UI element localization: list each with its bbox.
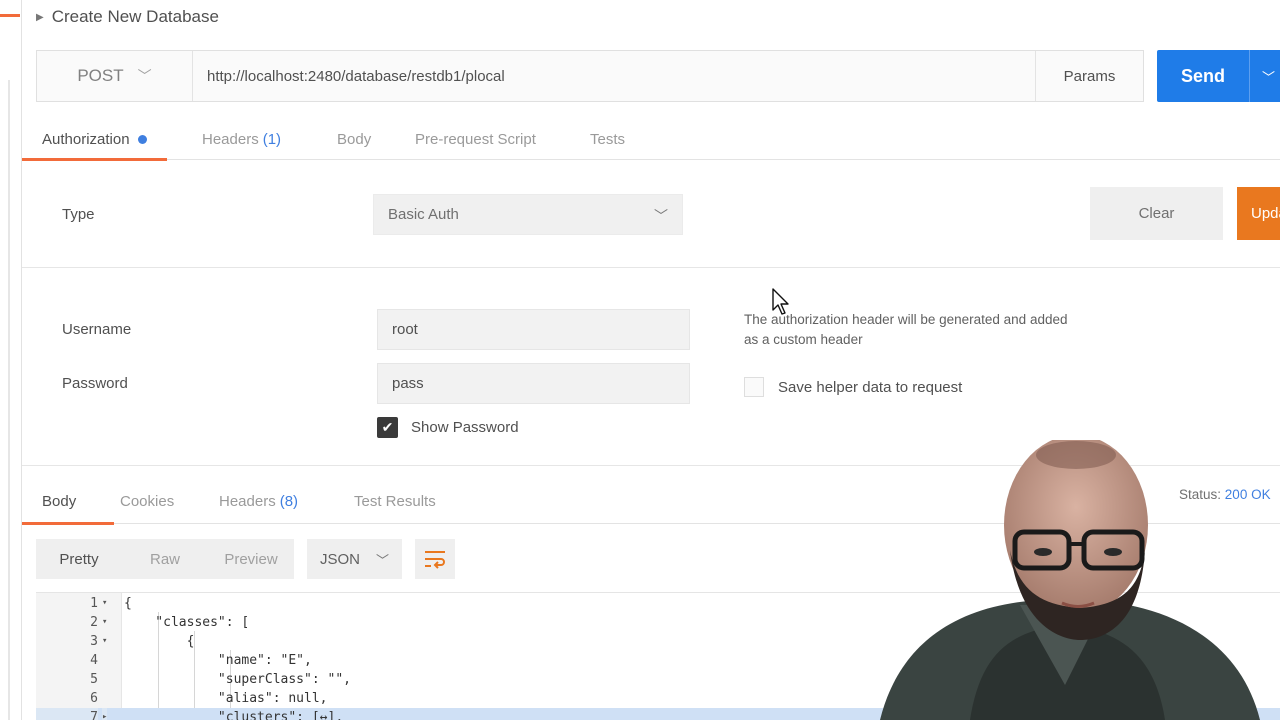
auth-type-select[interactable]: Basic Auth ﹀ [373, 194, 683, 235]
tab-label: Tests [590, 130, 626, 148]
format-select[interactable]: JSON ﹀ [307, 539, 402, 579]
checkmark-icon: ✔ [381, 419, 394, 435]
show-password-label: Show Password [411, 419, 519, 436]
left-sidebar-edge [0, 0, 22, 720]
mouse-cursor-icon [772, 288, 789, 315]
tab-label: Test Results [354, 492, 436, 510]
fold-toggle-icon[interactable]: ▾ [102, 594, 107, 613]
active-tab-underline [22, 158, 167, 161]
request-title: Create New Database [51, 7, 219, 26]
helper-note: The authorization header will be generat… [744, 312, 1068, 347]
type-label: Type [62, 206, 95, 223]
password-field[interactable]: pass [377, 363, 690, 404]
tab-cookies[interactable]: Cookies [120, 478, 174, 524]
modified-dot-icon [137, 134, 147, 144]
view-pretty[interactable]: Pretty [36, 539, 122, 579]
tab-body[interactable]: Body [337, 118, 371, 160]
save-helper-label: Save helper data to request [778, 379, 963, 396]
line-number: 3 [90, 634, 98, 649]
save-helper-checkbox[interactable] [744, 377, 764, 397]
tab-response-body[interactable]: Body [22, 478, 115, 525]
tab-headers[interactable]: Headers (1) [202, 118, 281, 160]
request-tabs: Authorization Headers (1) Body Pre-reque… [22, 118, 1280, 161]
fold-toggle-icon[interactable]: ▸ [102, 708, 108, 720]
chevron-down-icon: ﹀ [654, 208, 668, 224]
fold-toggle-icon[interactable]: ▾ [102, 632, 107, 651]
collection-header[interactable]: ▶ Create New Database [36, 6, 219, 28]
tab-label: Cookies [120, 492, 175, 510]
active-tab-underline [22, 522, 115, 525]
tab-test-results[interactable]: Test Results [354, 478, 436, 524]
tab-label: Body [337, 130, 372, 148]
send-label: Send [1180, 65, 1225, 86]
send-button[interactable]: Send ﹀ [1157, 50, 1280, 102]
fold-toggle-icon[interactable]: ▾ [102, 613, 107, 632]
tab-count: (8) [279, 492, 299, 510]
wrap-lines-icon [425, 551, 445, 569]
tab-label: Authorization [42, 130, 130, 148]
clear-button[interactable]: Clear [1090, 187, 1223, 240]
chevron-down-icon: ﹀ [137, 68, 152, 84]
password-label: Password [62, 375, 128, 392]
line-number: 5 [90, 672, 98, 687]
method-select[interactable]: POST ﹀ [37, 51, 193, 101]
tab-label: Headers [219, 492, 276, 510]
code-text: "classes": [ [124, 615, 250, 630]
update-request-button[interactable]: Update [1237, 187, 1280, 240]
url-input[interactable]: http://localhost:2480/database/restdb1/p… [193, 51, 1035, 101]
code-text: { [124, 634, 195, 649]
tab-tests[interactable]: Tests [590, 118, 625, 160]
section-divider [22, 267, 1280, 268]
view-raw[interactable]: Raw [122, 539, 208, 579]
active-indicator [0, 14, 20, 17]
tab-response-headers[interactable]: Headers (8) [219, 478, 298, 524]
tab-authorization[interactable]: Authorization [22, 118, 167, 161]
method-label: POST [77, 66, 124, 85]
chevron-down-icon: ﹀ [376, 552, 390, 568]
tab-count: (1) [262, 130, 282, 148]
send-dropdown-icon[interactable]: ﹀ [1249, 50, 1280, 102]
code-text: "name": "E", [124, 653, 312, 668]
code-text: "superClass": "", [124, 672, 351, 687]
line-number: 7 [36, 708, 98, 720]
tab-label: Headers [202, 130, 259, 148]
line-number: 6 [90, 691, 98, 706]
wrap-lines-button[interactable] [415, 539, 455, 579]
tab-label: Body [42, 492, 77, 510]
format-value: JSON [320, 550, 361, 568]
tab-pre-request-script[interactable]: Pre-request Script [415, 118, 536, 160]
sidebar-scrollbar[interactable] [8, 80, 10, 720]
view-mode-toggle: Pretty Raw Preview [36, 539, 294, 579]
show-password-checkbox[interactable]: ✔ [377, 417, 398, 438]
view-preview[interactable]: Preview [208, 539, 294, 579]
username-field[interactable]: root [377, 309, 690, 350]
line-number: 2 [90, 615, 98, 630]
tab-label: Pre-request Script [415, 130, 536, 148]
code-text: "clusters": [↔], [124, 710, 344, 720]
username-label: Username [62, 321, 132, 338]
auth-type-value: Basic Auth [388, 206, 459, 223]
caret-right-icon[interactable]: ▶ [36, 12, 44, 23]
params-button[interactable]: Params [1035, 51, 1143, 101]
code-text: "alias": null, [124, 691, 328, 706]
code-text: { [124, 596, 132, 611]
line-number: 4 [90, 653, 98, 668]
request-bar: POST ﹀ http://localhost:2480/database/re… [36, 50, 1144, 102]
line-number: 1 [90, 596, 98, 611]
webcam-overlay [880, 440, 1260, 720]
